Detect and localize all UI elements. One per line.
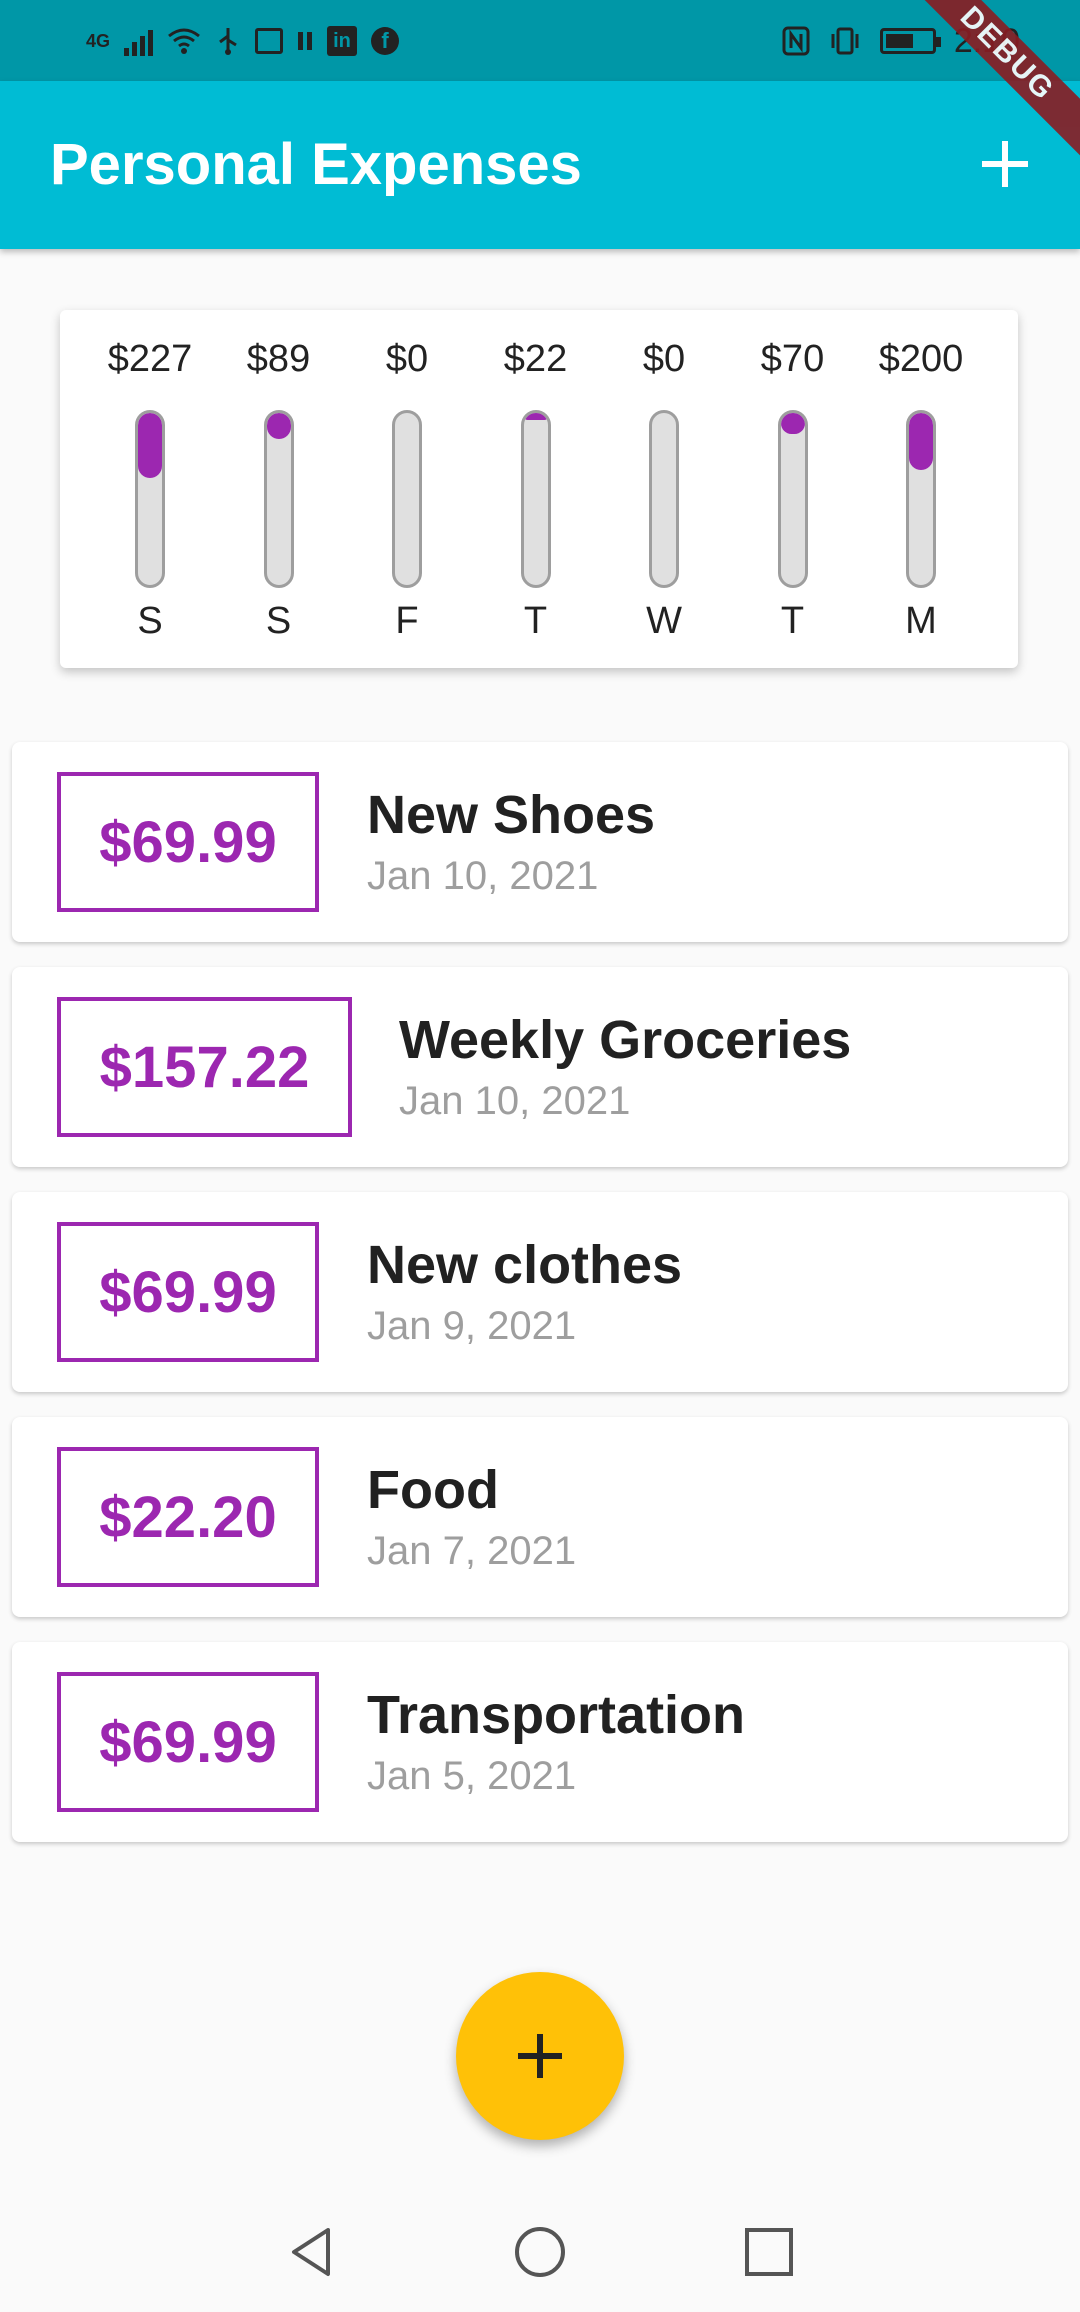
nav-home-button[interactable] <box>512 2224 568 2280</box>
transaction-title: Food <box>367 1460 499 1520</box>
chart-amount-label: $70 <box>760 338 825 380</box>
chart-amount-label: $89 <box>246 338 311 380</box>
wifi-icon <box>167 27 201 55</box>
chart-day-label: S <box>265 600 292 642</box>
chart-day-label: M <box>905 600 937 642</box>
transaction-amount: $69.99 <box>57 1222 319 1362</box>
transaction-amount: $69.99 <box>57 772 319 912</box>
transaction-amount: $157.22 <box>57 997 352 1137</box>
chart-amount-label: $200 <box>878 338 964 380</box>
transaction-title: Transportation <box>367 1685 746 1745</box>
transaction-card[interactable]: $69.99 Transportation Jan 5, 2021 <box>12 1642 1068 1842</box>
chart-day-label: S <box>137 600 163 642</box>
transaction-card[interactable]: $157.22 Weekly Groceries Jan 10, 2021 <box>12 967 1068 1167</box>
chart-column: $0 W <box>604 338 724 648</box>
chart-day-label: W <box>646 600 682 642</box>
app-title: Personal Expenses <box>50 132 582 197</box>
system-nav-bar <box>0 2188 1080 2312</box>
chart-amount-label: $227 <box>107 338 193 380</box>
chart-amount-label: $0 <box>642 338 686 380</box>
app-bar: Personal Expenses <box>0 81 1080 249</box>
chart-bar-track <box>777 410 808 588</box>
home-icon <box>515 2227 565 2277</box>
chart-bar-track <box>392 410 422 588</box>
recents-icon <box>745 2228 793 2276</box>
transaction-card[interactable]: $22.20 Food Jan 7, 2021 <box>12 1417 1068 1617</box>
transaction-title: Weekly Groceries <box>399 1010 852 1070</box>
chart-bar <box>138 413 162 478</box>
battery-icon <box>879 28 941 54</box>
chart-day-label: T <box>523 600 548 642</box>
cast-icon <box>255 28 284 54</box>
chart-bar <box>909 413 933 470</box>
transaction-date: Jan 5, 2021 <box>367 1754 577 1798</box>
transaction-card[interactable]: $69.99 New Shoes Jan 10, 2021 <box>12 742 1068 942</box>
chart-column: $22 T <box>476 338 596 648</box>
transaction-date: Jan 10, 2021 <box>399 1079 631 1123</box>
facebook-icon: f <box>371 27 400 55</box>
chart-bar <box>780 413 805 434</box>
usb-icon <box>215 26 241 56</box>
transaction-title: New Shoes <box>367 785 656 845</box>
back-icon <box>292 2228 330 2276</box>
chart-amount-label: $0 <box>385 338 429 380</box>
transaction-amount: $22.20 <box>57 1447 319 1587</box>
chart-column: $0 F <box>347 338 467 648</box>
weekly-chart: $227 S $89 S $0 F $22 T $0 W $70 T $200 M <box>60 310 1018 668</box>
vibrate-icon <box>828 26 862 56</box>
chart-bar-track <box>649 410 679 588</box>
chart-column: $89 S <box>219 338 339 648</box>
status-left: 4G in f <box>86 18 400 64</box>
nav-back-button[interactable] <box>284 2224 340 2280</box>
transaction-card[interactable]: $69.99 New clothes Jan 9, 2021 <box>12 1192 1068 1392</box>
add-transaction-fab[interactable] <box>456 1972 624 2140</box>
chart-bar-track <box>135 410 165 588</box>
transaction-title: New clothes <box>367 1235 683 1295</box>
transaction-date: Jan 9, 2021 <box>367 1304 577 1348</box>
transaction-amount: $69.99 <box>57 1672 319 1812</box>
chart-day-label: T <box>780 600 805 642</box>
chart-column: $70 T <box>733 338 853 648</box>
add-transaction-button[interactable] <box>972 131 1038 197</box>
nfc-icon <box>782 26 810 56</box>
chart-column: $200 M <box>861 338 981 648</box>
chart-amount-label: $22 <box>503 338 568 380</box>
chart-bar-track <box>263 410 294 588</box>
chart-day-label: F <box>395 600 419 642</box>
status-bar: 4G in f 2:10 <box>0 0 1080 81</box>
transaction-date: Jan 10, 2021 <box>367 854 599 898</box>
plus-icon <box>982 141 1028 187</box>
transaction-date: Jan 7, 2021 <box>367 1529 577 1573</box>
chart-bar-track <box>906 410 936 588</box>
chart-column: $227 S <box>90 338 210 648</box>
network-type-label: 4G <box>86 30 111 51</box>
linkedin-icon: in <box>327 26 358 56</box>
signal-icon <box>124 26 154 56</box>
nav-recents-button[interactable] <box>741 2224 797 2280</box>
plus-icon <box>518 2034 562 2078</box>
chart-bar <box>266 413 291 439</box>
chart-bar-track <box>520 410 551 588</box>
pause-icon <box>297 30 313 52</box>
chart-bar <box>523 413 548 420</box>
